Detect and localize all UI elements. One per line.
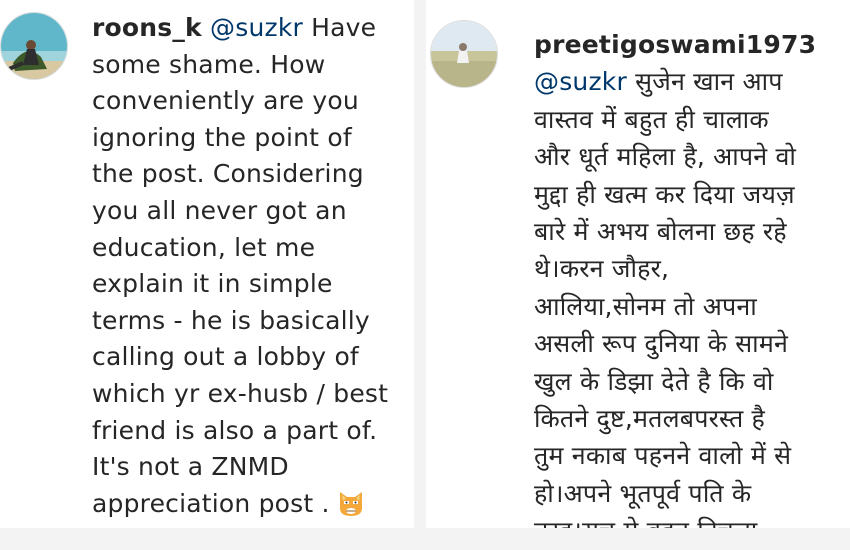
comment-mention[interactable]: @suzkr xyxy=(534,67,627,96)
profile-photo-beach-icon xyxy=(1,13,67,79)
comment-body: सुजेन खान आप वास्तव में बहुत ही चालाक और… xyxy=(534,67,797,528)
comment-card-roons-k: roons_k @suzkr Have some shame. How conv… xyxy=(0,0,414,528)
comment-mention[interactable]: @suzkr xyxy=(210,13,303,42)
comment-username[interactable]: roons_k xyxy=(92,13,202,42)
profile-photo-field-icon xyxy=(431,21,497,87)
comment-body: Have some shame. How conveniently are yo… xyxy=(92,13,389,518)
comment-text: roons_k @suzkr Have some shame. How conv… xyxy=(92,10,408,522)
comment-text: preetigoswami1973 @suzkr सुजेन खान आप वा… xyxy=(534,26,846,528)
bottom-divider xyxy=(0,528,850,550)
avatar[interactable] xyxy=(430,20,498,88)
avatar[interactable] xyxy=(0,12,68,80)
comment-username[interactable]: preetigoswami1973 xyxy=(534,30,816,59)
panel-divider xyxy=(414,0,426,550)
cat-face-emoji-icon xyxy=(336,488,366,518)
comment-card-preetigoswami1973: preetigoswami1973 @suzkr सुजेन खान आप वा… xyxy=(426,0,850,528)
